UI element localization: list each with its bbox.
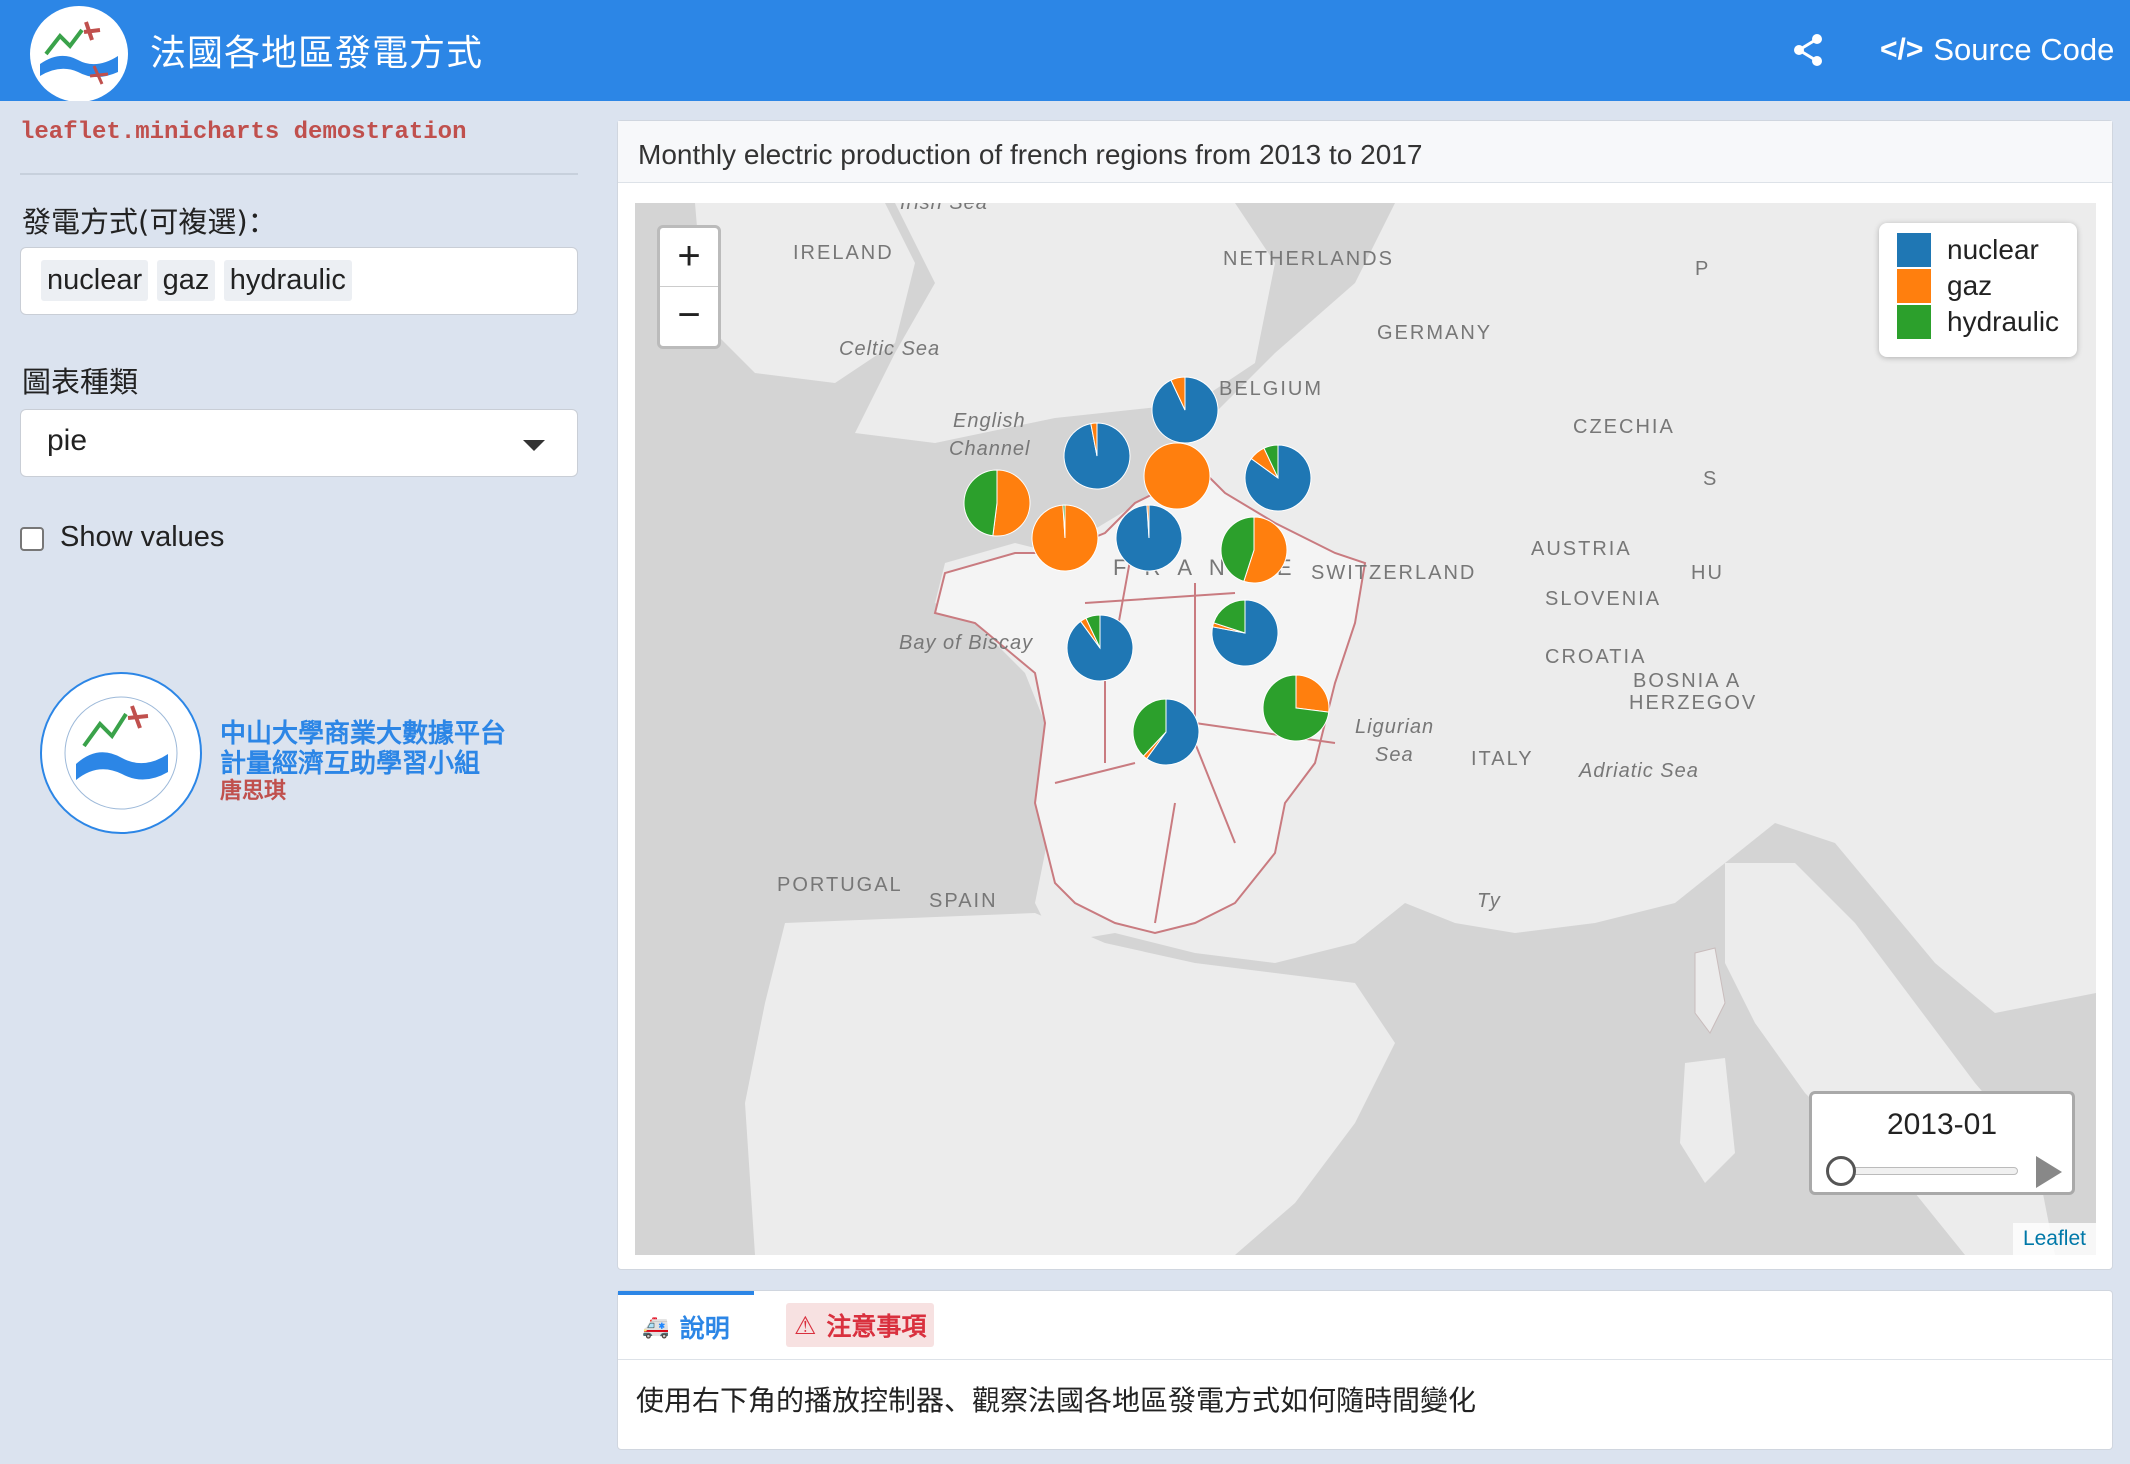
legend-item-hydraulic: hydraulic	[1897, 305, 2059, 339]
app-title: 法國各地區發電方式	[150, 33, 484, 74]
warning-icon: ⚠	[794, 1310, 817, 1340]
time-player: 2013-01	[1809, 1091, 2075, 1195]
pie-centre-val-de-loire[interactable]	[1115, 504, 1183, 572]
leaflet-attribution[interactable]: Leaflet	[2012, 1223, 2096, 1255]
legend-label-gaz: gaz	[1947, 270, 1993, 301]
tab-warning-label: 注意事項	[826, 1312, 927, 1341]
play-icon[interactable]	[2036, 1156, 2062, 1188]
tag-nuclear[interactable]: nuclear	[41, 260, 149, 301]
label-germany: GERMANY	[1377, 322, 1492, 344]
pie-provence-alpes-c-te-d-azur[interactable]	[1262, 674, 1330, 742]
label-channel: Channel	[949, 438, 1031, 460]
pie-nouvelle-aquitaine[interactable]	[1066, 614, 1134, 682]
legend-label-nuclear: nuclear	[1947, 234, 2039, 265]
label-irish-sea: Irish Sea	[900, 203, 988, 214]
label-croatia: CROATIA	[1545, 646, 1646, 668]
pie-slice-gaz	[1143, 442, 1211, 510]
label-celtic-sea: Celtic Sea	[839, 338, 940, 360]
tabs-divider	[618, 1359, 2112, 1360]
tag-hydraulic[interactable]: hydraulic	[223, 260, 352, 301]
label-portugal: PORTUGAL	[777, 874, 903, 896]
sidebar-divider	[20, 173, 578, 175]
label-bay-of-biscay: Bay of Biscay	[899, 632, 1033, 654]
ambulance-icon: 🚑	[642, 1314, 670, 1340]
navbar: 法國各地區發電方式 </> Source Code	[0, 0, 2130, 102]
legend-label-hydraulic: hydraulic	[1947, 306, 2060, 337]
legend-item-gaz: gaz	[1897, 269, 1992, 303]
pie-grand-est[interactable]	[1244, 444, 1312, 512]
tag-gaz[interactable]: gaz	[156, 260, 216, 301]
label-belgium: BELGIUM	[1219, 378, 1323, 400]
map-panel: Monthly electric production of french re…	[617, 120, 2113, 1270]
player-date: 2013-01	[1886, 1108, 1998, 1141]
label-spain: SPAIN	[929, 890, 998, 912]
tab-warning[interactable]: ⚠ 注意事項	[786, 1291, 935, 1359]
institution-author: 唐思琪	[220, 779, 287, 804]
show-values-label[interactable]: Show values	[60, 521, 224, 554]
legend-swatch-gaz	[1897, 269, 1931, 303]
pie--le-de-france[interactable]	[1143, 442, 1211, 510]
pie-pays-de-la-loire[interactable]	[1031, 504, 1099, 572]
help-tabs-panel: 🚑 說明 ⚠ 注意事項 使用右下角的播放控制器、觀察法國各地區發電方式如何隨時間…	[617, 1290, 2113, 1450]
help-text: 使用右下角的播放控制器、觀察法國各地區發電方式如何隨時間變化	[636, 1384, 1477, 1417]
pie-hauts-de-france[interactable]	[1151, 376, 1219, 444]
share-icon[interactable]	[1792, 32, 1824, 68]
chart-type-select[interactable]: pie	[20, 409, 578, 477]
pie-bourgogne-franche-comt-[interactable]	[1220, 516, 1288, 584]
source-code-label: Source Code	[1933, 32, 2115, 67]
pie-auvergne-rh-ne-alpes[interactable]	[1211, 599, 1279, 667]
legend-swatch-nuclear	[1897, 233, 1931, 267]
leaflet-map[interactable]: IRELAND Irish Sea NETHERLANDS GERMANY BE…	[635, 203, 2096, 1255]
pie-bretagne[interactable]	[963, 469, 1031, 537]
label-netherlands: NETHERLANDS	[1223, 248, 1394, 270]
app-logo	[30, 6, 128, 102]
production-label: 發電方式(可複選)：	[22, 205, 277, 239]
map-panel-title: Monthly electric production of french re…	[638, 139, 1423, 170]
label-bosnia: BOSNIA A	[1633, 670, 1741, 692]
label-czechia: CZECHIA	[1573, 416, 1675, 438]
tab-help-label: 說明	[679, 1314, 730, 1343]
label-switzerland: SWITZERLAND	[1311, 562, 1476, 584]
label-ligurian: Ligurian	[1355, 716, 1434, 738]
label-sea: Sea	[1375, 744, 1414, 766]
label-slovenia: SLOVENIA	[1545, 588, 1661, 610]
production-multiselect[interactable]: nuclear gaz hydraulic	[20, 247, 578, 315]
label-italy: ITALY	[1471, 748, 1534, 770]
zoom-in-button[interactable]: +	[660, 228, 718, 287]
label-ireland: IRELAND	[793, 242, 894, 264]
chart-type-label: 圖表種類	[22, 365, 139, 399]
label-ty: Ty	[1477, 890, 1502, 912]
label-hu: HU	[1691, 562, 1724, 584]
tab-warning-badge: ⚠ 注意事項	[786, 1303, 935, 1347]
pie-normandie[interactable]	[1063, 422, 1131, 490]
map-panel-header: Monthly electric production of french re…	[618, 121, 2112, 183]
institution-logo	[36, 666, 206, 841]
sidebar: leaflet.minicharts demostration 發電方式(可複選…	[0, 101, 598, 1464]
label-adriatic: Adriatic Sea	[1578, 760, 1699, 782]
label-austria: AUSTRIA	[1531, 538, 1632, 560]
code-icon: </>	[1880, 33, 1924, 66]
label-herzegovina: HERZEGOV	[1629, 692, 1757, 714]
pie-occitanie[interactable]	[1132, 698, 1200, 766]
chart-legend: nuclear gaz hydraulic	[1879, 223, 2077, 357]
tab-help[interactable]: 🚑 說明	[618, 1291, 754, 1359]
label-s: S	[1703, 468, 1718, 490]
time-slider-thumb[interactable]	[1826, 1156, 1856, 1186]
chevron-down-icon	[523, 440, 545, 451]
zoom-out-button[interactable]: −	[660, 287, 718, 346]
zoom-control: + −	[657, 225, 721, 349]
time-slider-track[interactable]	[1838, 1167, 2018, 1175]
label-p: P	[1695, 258, 1710, 280]
legend-item-nuclear: nuclear	[1897, 233, 2039, 267]
source-code-button[interactable]: </> Source Code	[1880, 28, 2114, 72]
show-values-checkbox[interactable]	[20, 527, 44, 551]
chart-type-value: pie	[47, 424, 88, 457]
demo-title: leaflet.minicharts demostration	[20, 119, 467, 146]
label-english: English	[953, 410, 1026, 432]
legend-swatch-hydraulic	[1897, 305, 1931, 339]
